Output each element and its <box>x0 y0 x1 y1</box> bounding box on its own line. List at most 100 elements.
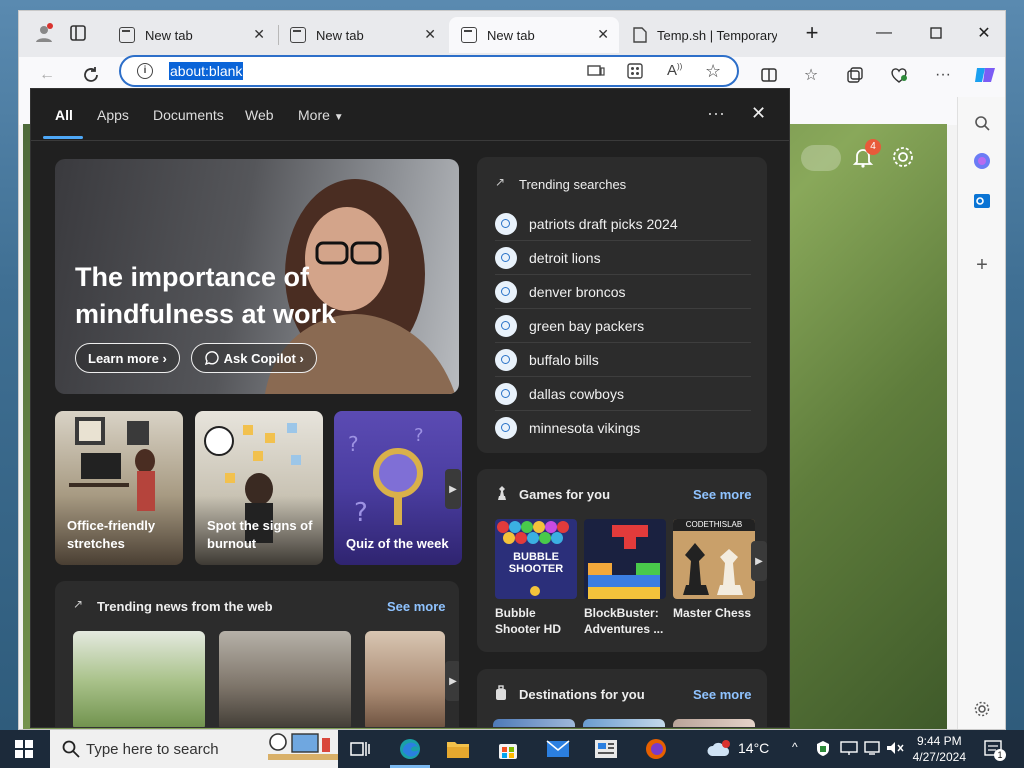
search-highlight-illustration <box>268 733 338 760</box>
task-view-icon[interactable] <box>348 737 372 761</box>
sidebar-settings-icon[interactable] <box>970 697 994 721</box>
network-icon[interactable] <box>840 741 858 760</box>
tab-actions-icon[interactable] <box>63 19 93 47</box>
trending-item-label: minnesota vikings <box>529 420 641 436</box>
apps-grid-icon[interactable] <box>627 63 643 84</box>
favorites-icon[interactable]: ☆ <box>799 63 823 87</box>
trending-item[interactable]: green bay packers <box>495 309 751 343</box>
microsoft-store-icon[interactable] <box>496 737 520 761</box>
news-app-icon[interactable] <box>594 737 618 761</box>
device-icon[interactable] <box>587 63 605 84</box>
trending-item[interactable]: patriots draft picks 2024 <box>495 207 751 241</box>
destination-thumb[interactable] <box>673 719 755 727</box>
signin-pill[interactable] <box>801 145 841 171</box>
carousel-next-icon[interactable]: ▶ <box>445 469 461 509</box>
learn-more-button[interactable]: Learn more › <box>75 343 180 373</box>
card-burnout[interactable]: Spot the signs of burnout <box>195 411 323 565</box>
game-bubble-shooter[interactable]: BUBBLE SHOOTER Bubble Shooter HD <box>495 519 577 637</box>
edge-browser-icon[interactable] <box>398 737 422 761</box>
news-thumb[interactable] <box>365 631 445 727</box>
close-window-button[interactable]: ✕ <box>969 19 999 47</box>
system-clock[interactable]: 9:44 PM 4/27/2024 <box>913 733 966 765</box>
news-thumb[interactable] <box>73 631 205 727</box>
new-tab-button[interactable]: + <box>797 19 827 47</box>
favorite-star-icon[interactable]: ☆ <box>705 61 721 82</box>
blocks-graphic <box>588 525 660 599</box>
show-hidden-icons-chevron-up-icon[interactable]: ^ <box>792 740 798 754</box>
hero-card[interactable]: The importance of mindfulness at work Le… <box>55 159 459 394</box>
tab-web[interactable]: Web <box>245 107 274 123</box>
destination-thumb[interactable] <box>493 719 575 727</box>
game-master-chess[interactable]: CODETHISLAB Master Chess <box>673 519 755 621</box>
minimize-button[interactable]: — <box>869 19 899 47</box>
destinations-see-more-link[interactable]: See more <box>693 687 752 702</box>
news-thumb[interactable] <box>219 631 351 727</box>
display-icon[interactable] <box>864 741 882 760</box>
profile-icon[interactable] <box>29 19 59 47</box>
close-tab-icon[interactable]: ✕ <box>424 26 436 43</box>
tab-apps[interactable]: Apps <box>97 107 129 123</box>
settings-gear-icon[interactable] <box>891 145 915 174</box>
card-office-stretches[interactable]: Office-friendly stretches <box>55 411 183 565</box>
games-next-icon[interactable]: ▶ <box>751 541 767 581</box>
more-options-icon[interactable]: ··· <box>707 103 725 124</box>
trending-item[interactable]: detroit lions <box>495 241 751 275</box>
tab-temp-sh[interactable]: Temp.sh | Temporary <box>621 17 789 53</box>
maximize-button[interactable] <box>921 19 951 47</box>
trending-searches-section: ↗ Trending searches patriots draft picks… <box>477 157 767 453</box>
trending-item-label: patriots draft picks 2024 <box>529 215 678 232</box>
info-icon[interactable]: i <box>137 63 153 79</box>
volume-muted-icon[interactable] <box>886 741 904 760</box>
refresh-icon[interactable] <box>79 63 103 87</box>
tab-more[interactable]: More ▼ <box>298 107 344 123</box>
mail-icon[interactable] <box>546 737 570 761</box>
news-title: Trending news from the web <box>97 599 273 614</box>
trending-item[interactable]: dallas cowboys <box>495 377 751 411</box>
close-panel-icon[interactable]: ✕ <box>751 103 766 124</box>
start-button-windows-icon[interactable] <box>12 737 36 761</box>
tab-new-2[interactable]: New tab ✕ <box>278 17 446 53</box>
tab-documents[interactable]: Documents <box>153 107 224 123</box>
tab-all[interactable]: All <box>55 107 73 123</box>
windows-taskbar: Type here to search 14°C ^ 9:44 PM 4/27/… <box>0 730 1024 768</box>
destination-thumb[interactable] <box>583 719 665 727</box>
news-next-icon[interactable]: ▶ <box>445 661 459 701</box>
close-tab-icon[interactable]: ✕ <box>597 26 609 43</box>
outlook-icon[interactable] <box>970 189 994 213</box>
notification-center-icon[interactable]: 1 <box>982 737 1006 761</box>
tab-new-3-active[interactable]: New tab ✕ <box>449 17 619 53</box>
collections-icon[interactable] <box>843 63 867 87</box>
games-see-more-link[interactable]: See more <box>693 487 752 502</box>
browser-essentials-icon[interactable] <box>887 63 911 87</box>
tab-new-1[interactable]: New tab ✕ <box>107 17 275 53</box>
card-quiz[interactable]: ? ? ? Quiz of the week <box>334 411 462 565</box>
search-icon <box>495 246 517 269</box>
game-blockbuster[interactable]: BlockBuster: Adventures ... <box>584 519 666 637</box>
more-options-icon[interactable]: ··· <box>931 63 955 87</box>
chevron-down-icon: ▼ <box>333 112 344 123</box>
trending-item[interactable]: denver broncos <box>495 275 751 309</box>
split-screen-icon[interactable] <box>757 63 781 87</box>
back-icon[interactable]: ← <box>35 63 59 87</box>
svg-text:?: ? <box>354 498 368 528</box>
add-sidebar-app-icon[interactable]: + <box>970 253 994 277</box>
address-bar[interactable]: i about:blank A)) ☆ <box>119 55 739 87</box>
ask-copilot-button[interactable]: Ask Copilot › <box>191 343 317 373</box>
security-shield-icon[interactable] <box>816 740 830 761</box>
temperature-label[interactable]: 14°C <box>738 740 769 756</box>
trending-item[interactable]: buffalo bills <box>495 343 751 377</box>
copilot-sidebar-icon[interactable] <box>970 149 994 173</box>
weather-cloud-icon[interactable] <box>706 737 730 761</box>
trending-arrow-icon: ↗ <box>495 175 506 189</box>
search-icon[interactable] <box>970 111 994 135</box>
copilot-icon[interactable] <box>973 63 997 87</box>
file-explorer-icon[interactable] <box>446 737 470 761</box>
read-aloud-icon[interactable]: A)) <box>667 62 682 79</box>
address-url[interactable]: about:blank <box>169 62 244 80</box>
taskbar-search-box[interactable]: Type here to search <box>50 730 338 768</box>
notifications-bell-icon[interactable]: 4 <box>851 139 881 174</box>
firefox-icon[interactable] <box>644 737 668 761</box>
news-see-more-link[interactable]: See more <box>387 599 446 614</box>
trending-item[interactable]: minnesota vikings <box>495 411 751 445</box>
close-tab-icon[interactable]: ✕ <box>253 26 265 43</box>
